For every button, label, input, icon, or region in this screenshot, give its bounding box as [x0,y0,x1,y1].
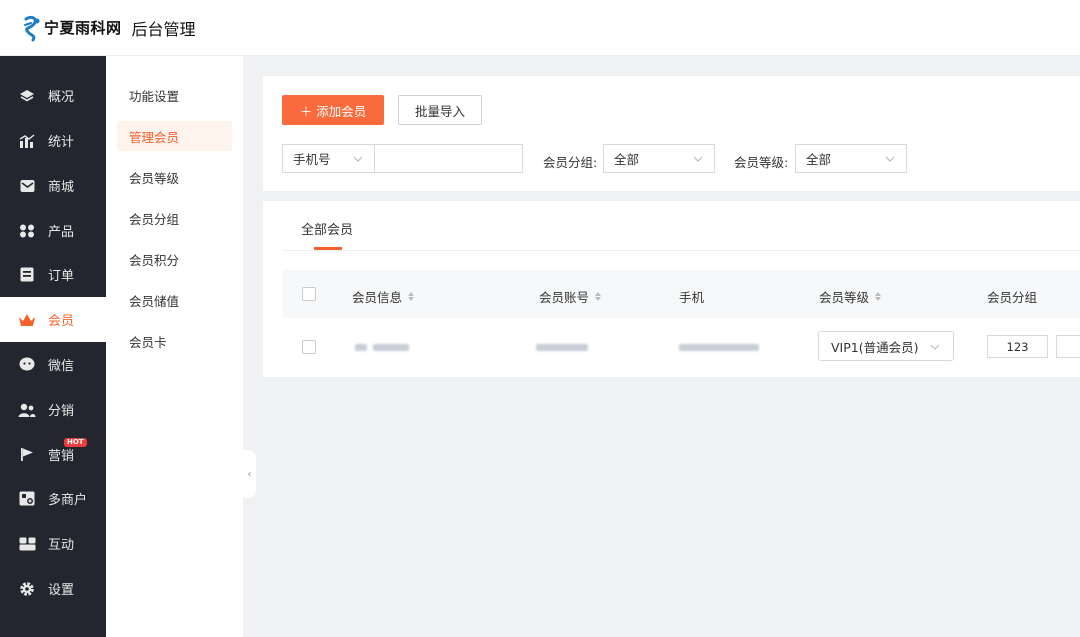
chart-icon [18,132,36,150]
submenu-member-card[interactable]: 会员卡 [117,326,232,356]
column-label: 会员账号 [539,290,590,305]
flag-icon [18,446,36,464]
group-filter-label: 会员分组: [543,155,598,170]
divider [282,250,1080,251]
top-header: 宁夏雨科网 后台管理 [0,0,1080,56]
sidebar-item-products[interactable]: 产品 [0,208,106,253]
logo-icon [22,13,42,43]
chevron-down-icon [884,153,896,165]
search-type-value: 手机号 [293,152,331,167]
crown-icon [18,311,36,329]
sidebar-item-label: 产品 [48,225,75,240]
submenu-feature-settings[interactable]: 功能设置 [117,80,232,110]
sidebar-item-label: 分销 [48,404,75,419]
column-header-account[interactable]: 会员账号 [539,287,602,306]
avatar[interactable] [355,344,367,351]
sidebar-item-label: 多商户 [48,493,88,508]
member-level-value: VIP1(普通会员) [831,339,919,355]
sidebar-item-orders[interactable]: 订单 [0,252,106,297]
column-header-phone: 手机 [679,287,704,306]
chevron-down-icon [352,153,364,165]
select-all-checkbox[interactable] [302,287,316,301]
sidebar-item-members[interactable]: 会员 [0,297,106,342]
search-type-select[interactable]: 手机号 [282,144,375,173]
store-icon [18,490,36,508]
sidebar-item-label: 营销 [48,449,75,464]
column-header-member-info[interactable]: 会员信息 [352,287,415,306]
collapse-submenu-button[interactable]: ‹ [243,450,256,498]
member-table-panel: 全部会员 会员信息 会员账号 手机 会员等级 会员分组 VIP1(普通会员) 1… [263,201,1080,377]
level-filter-value: 全部 [806,152,832,167]
chevron-left-icon: ‹ [247,468,252,480]
submenu-member-groups[interactable]: 会员分组 [117,203,232,233]
column-label: 会员信息 [352,290,403,305]
submenu-member-levels[interactable]: 会员等级 [117,162,232,192]
sidebar-item-mall[interactable]: 商城 [0,163,106,208]
sidebar-item-label: 互动 [48,538,75,553]
bulk-import-button[interactable]: 批量导入 [398,95,482,125]
sidebar-item-settings[interactable]: 设置 [0,566,106,611]
sidebar-item-multi-merchant[interactable]: 多商户 [0,476,106,521]
hot-badge: HOT [64,438,87,447]
sort-icon [875,292,882,301]
sidebar-item-label: 统计 [48,135,75,150]
sidebar-item-label: 订单 [48,269,75,284]
interact-icon [18,535,36,553]
sidebar-item-label: 商城 [48,180,75,195]
member-group-field[interactable]: 123 [987,335,1048,358]
sidebar-item-stats[interactable]: 统计 [0,118,106,163]
group-filter-value: 全部 [614,152,640,167]
chevron-down-icon [692,153,704,165]
sub-menu: 功能设置 管理会员 会员等级 会员分组 会员积分 会员储值 会员卡 [106,56,243,637]
mail-icon [18,177,36,195]
tab-all-members[interactable]: 全部会员 [301,219,353,238]
level-filter-select[interactable]: 全部 [795,144,907,173]
sidebar-item-distribution[interactable]: 分销 [0,387,106,432]
table-header: 会员信息 会员账号 手机 会员等级 会员分组 [282,270,1080,318]
sort-icon [408,292,415,301]
submenu-member-points[interactable]: 会员积分 [117,244,232,274]
main-sidebar: 概况 统计 商城 产品 订单 会员 微信 分销 营销 HOT 多商户 互动 设置 [0,56,106,637]
sort-icon [595,292,602,301]
member-account-redacted [536,344,588,351]
users-icon [18,401,36,419]
member-group-extra-field[interactable] [1056,335,1080,358]
level-filter-label: 会员等级: [734,155,789,170]
logo-text: 宁夏雨科网 [44,19,122,37]
sidebar-item-label: 微信 [48,359,75,374]
sidebar-item-label: 概况 [48,90,75,105]
gear-icon [18,580,36,598]
grid-icon [18,222,36,240]
wechat-icon [18,356,36,374]
member-level-select[interactable]: VIP1(普通会员) [818,331,954,361]
sidebar-item-overview[interactable]: 概况 [0,73,106,118]
sidebar-item-wechat[interactable]: 微信 [0,342,106,387]
member-phone-redacted [679,344,759,351]
add-member-button[interactable]: ＋ 添加会员 [282,95,384,125]
column-header-level[interactable]: 会员等级 [819,287,882,306]
logo[interactable]: 宁夏雨科网 [22,13,122,43]
column-label: 会员分组 [987,290,1038,305]
search-input[interactable] [374,144,523,173]
column-header-group: 会员分组 [987,287,1037,306]
layers-icon [18,87,36,105]
row-checkbox[interactable] [302,340,316,354]
submenu-manage-members[interactable]: 管理会员 [117,121,232,151]
sidebar-item-marketing[interactable]: 营销 HOT [0,432,106,477]
page-title: 后台管理 [131,19,196,39]
column-label: 会员等级 [819,290,870,305]
order-icon [18,266,36,284]
submenu-member-balance[interactable]: 会员储值 [117,285,232,315]
sidebar-item-label: 会员 [48,314,75,329]
sidebar-item-label: 设置 [48,583,75,598]
column-label: 手机 [679,290,705,305]
sidebar-item-interaction[interactable]: 互动 [0,521,106,566]
filter-panel: ＋ 添加会员 批量导入 手机号 会员分组: 全部 会员等级: 全部 [263,76,1080,191]
group-filter-select[interactable]: 全部 [603,144,715,173]
member-name-redacted[interactable] [373,344,409,351]
chevron-down-icon [929,341,941,356]
